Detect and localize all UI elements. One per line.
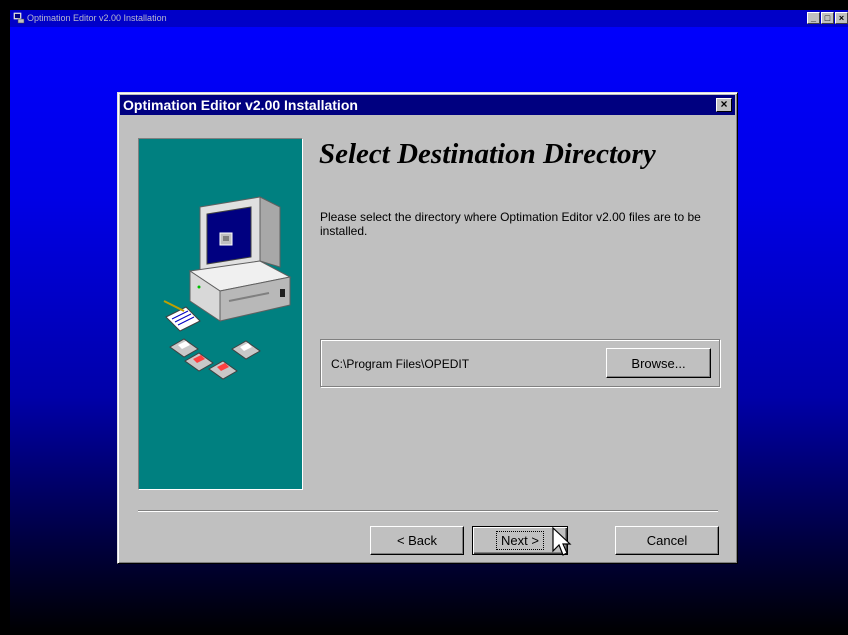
browse-button[interactable]: Browse... [606, 348, 711, 378]
button-separator [138, 510, 718, 512]
back-button[interactable]: < Back [370, 526, 464, 555]
destination-path: C:\Program Files\OPEDIT [331, 357, 470, 371]
instruction-text: Please select the directory where Optima… [320, 210, 701, 238]
destination-folder-group: C:\Program Files\OPEDIT Browse... [320, 339, 720, 387]
dialog-close-button[interactable]: × [716, 98, 732, 112]
computer-icon [188, 196, 292, 322]
browse-button-label: Browse... [631, 355, 686, 371]
dialog-title: Optimation Editor v2.00 Installation [123, 97, 358, 113]
app-icon [13, 12, 25, 24]
cancel-button-label: Cancel [646, 533, 688, 548]
outer-window-title: Optimation Editor v2.00 Installation [27, 13, 167, 23]
mouse-cursor-icon [552, 527, 572, 556]
notepad-icon [163, 300, 201, 332]
minimize-button[interactable]: _ [807, 12, 820, 24]
floppy-disks-icon [169, 338, 261, 380]
outer-titlebar: Optimation Editor v2.00 Installation _ □… [10, 10, 848, 27]
installation-dialog: Optimation Editor v2.00 Installation × S… [117, 92, 738, 564]
restore-button[interactable]: □ [821, 12, 834, 24]
outer-window-controls: _ □ × [807, 12, 848, 25]
computer-illustration [163, 196, 292, 380]
page-heading: Select Destination Directory [319, 138, 656, 170]
cancel-button[interactable]: Cancel [615, 526, 719, 555]
dialog-titlebar[interactable]: Optimation Editor v2.00 Installation × [120, 95, 735, 115]
side-panel-illustration [138, 138, 303, 490]
next-button-label: Next > [496, 531, 544, 550]
close-window-button[interactable]: × [835, 12, 848, 24]
back-button-label: < Back [396, 533, 438, 548]
